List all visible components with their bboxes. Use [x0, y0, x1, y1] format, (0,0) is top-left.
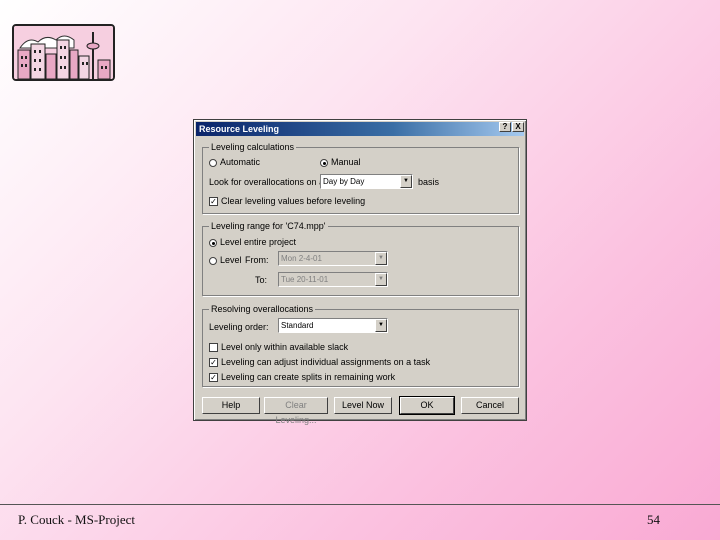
level-slack-checkbox-row[interactable]: Level only within available slack [209, 342, 348, 353]
create-splits-checkbox-row[interactable]: ✓ Leveling can create splits in remaining… [209, 372, 395, 383]
dropdown-arrow-icon[interactable]: ▼ [375, 273, 387, 286]
clear-leveling-label: Clear leveling values before leveling [221, 196, 366, 206]
from-label: From: [245, 255, 269, 265]
level-range-radio-row[interactable]: Level [209, 255, 242, 266]
to-date-value: Tue 20-11-01 [281, 275, 329, 284]
question-mark-icon: ? [502, 122, 508, 131]
automatic-label: Automatic [220, 157, 261, 167]
adjust-assignments-label: Leveling can adjust individual assignmen… [221, 357, 431, 367]
manual-radio-row[interactable]: Manual [320, 157, 361, 168]
look-for-value: Day by Day [323, 177, 365, 186]
footer-author: P. Couck - MS-Project [18, 512, 135, 527]
look-for-select[interactable]: Day by Day ▼ [320, 174, 413, 189]
clear-leveling-button[interactable]: Clear Leveling... [264, 397, 328, 425]
level-entire-radio[interactable] [209, 238, 217, 247]
basis-label: basis [418, 177, 440, 187]
resolving-overallocations-group: Resolving overallocations Leveling order… [202, 304, 519, 387]
dropdown-arrow-icon[interactable]: ▼ [375, 319, 387, 332]
clear-leveling-checkbox-row[interactable]: ✓ Clear leveling values before leveling [209, 196, 365, 207]
manual-radio[interactable] [320, 158, 328, 167]
to-label: To: [255, 275, 268, 285]
page-number: 54 [647, 512, 660, 527]
adjust-assignments-checkbox[interactable]: ✓ [209, 358, 218, 368]
skyline-icon [14, 26, 113, 79]
from-date-value: Mon 2-4-01 [281, 254, 322, 263]
close-icon: X [515, 122, 521, 131]
level-entire-radio-row[interactable]: Level entire project [209, 237, 296, 248]
create-splits-checkbox[interactable]: ✓ [209, 373, 218, 383]
leveling-calculations-legend: Leveling calculations [209, 142, 297, 152]
adjust-assignments-checkbox-row[interactable]: ✓ Leveling can adjust individual assignme… [209, 357, 430, 368]
level-slack-label: Level only within available slack [221, 342, 349, 352]
automatic-radio-row[interactable]: Automatic [209, 157, 260, 168]
leveling-range-legend: Leveling range for 'C74.mpp' [209, 221, 328, 231]
level-range-radio[interactable] [209, 256, 217, 265]
manual-label: Manual [331, 157, 361, 167]
help-button[interactable]: Help [202, 397, 260, 414]
dropdown-arrow-icon[interactable]: ▼ [400, 175, 412, 188]
city-skyline-logo [12, 24, 115, 81]
look-for-label: Look for overallocations on a [209, 177, 325, 187]
help-titlebar-button[interactable]: ? [499, 122, 511, 132]
close-button[interactable]: X [512, 122, 524, 132]
footer-divider [0, 504, 720, 505]
from-date-select[interactable]: Mon 2-4-01 ▼ [278, 251, 388, 266]
automatic-radio[interactable] [209, 158, 217, 167]
resource-leveling-dialog: Resource Leveling ? X Leveling calculati… [193, 119, 527, 425]
leveling-order-label: Leveling order: [209, 322, 269, 332]
ok-button[interactable]: OK [399, 396, 455, 415]
clear-leveling-checkbox[interactable]: ✓ [209, 197, 218, 207]
level-slack-checkbox[interactable] [209, 343, 218, 353]
level-entire-label: Level entire project [220, 237, 297, 247]
dialog-title: Resource Leveling [199, 124, 280, 134]
leveling-range-group: Leveling range for 'C74.mpp' Level entir… [202, 221, 519, 296]
level-now-button[interactable]: Level Now [334, 397, 392, 414]
level-label: Level [220, 255, 242, 265]
dropdown-arrow-icon[interactable]: ▼ [375, 252, 387, 265]
dialog-titlebar[interactable]: Resource Leveling [196, 122, 524, 136]
cancel-button[interactable]: Cancel [461, 397, 519, 414]
to-date-select[interactable]: Tue 20-11-01 ▼ [278, 272, 388, 287]
leveling-order-select[interactable]: Standard ▼ [278, 318, 388, 333]
leveling-calculations-group: Leveling calculations Automatic Manual L… [202, 142, 519, 214]
leveling-order-value: Standard [281, 321, 314, 330]
create-splits-label: Leveling can create splits in remaining … [221, 372, 396, 382]
resolving-overallocations-legend: Resolving overallocations [209, 304, 316, 314]
